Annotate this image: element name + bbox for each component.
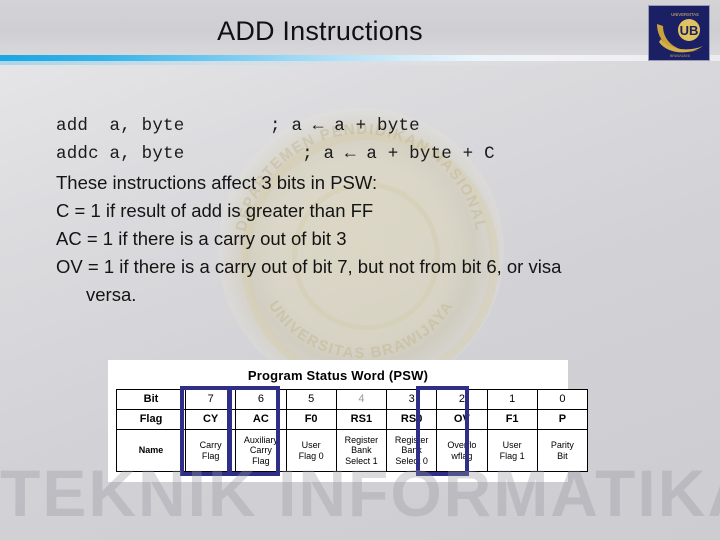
psw-cell-name-2: Overflo wflag [436,429,488,472]
slide-canvas: DEPARTEMEN PENDIDIKAN NASIONAL UNIVERSIT… [0,0,720,540]
psw-cell-name-7: Carry Flag [184,429,237,472]
psw-cell-name-4: Register Bank Select 1 [335,429,388,472]
psw-cell-name-6: Auxiliary Carry Flag [235,429,287,472]
body-line-overflow-part2: versa. [86,284,137,306]
psw-cell-name-5: User Flag 0 [285,429,337,472]
psw-cell-flag-1: F1 [486,409,538,430]
psw-cell-bit-0: 0 [536,389,589,410]
code-line-add: add a, byte ; a ← a + byte [56,116,420,136]
psw-row-label-name: Name [116,429,186,472]
svg-text:BRAWIJAYA: BRAWIJAYA [670,54,691,58]
psw-row-label-bit: Bit [116,389,186,410]
psw-cell-name-3: Register Bank Select 0 [385,429,438,472]
psw-cell-flag-5: F0 [285,409,337,430]
psw-panel: Program Status Word (PSW) Bit 7 6 5 4 3 2 1 0 Fl… [108,360,589,482]
psw-row-label-flag: Flag [116,409,186,430]
psw-table-wrap: Bit 7 6 5 4 3 2 1 0 Flag CY AC F0 RS1 RS0 OV F1 P Name Ca… [116,386,589,476]
psw-cell-flag-6: AC [235,409,287,430]
psw-cell-flag-7: CY [184,409,237,430]
body-line-overflow-part1: OV = 1 if there is a carry out of bit 7,… [56,256,562,278]
psw-title: Program Status Word (PSW) [247,368,429,383]
svg-text:UB: UB [680,23,699,38]
code-line-addc: addc a, byte ; a ← a + byte + C [56,144,495,165]
psw-cell-bit-2: 2 [436,389,488,410]
psw-cell-flag-3: RS0 [385,409,438,430]
psw-cell-flag-0: P [536,409,589,430]
psw-cell-flag-4: RS1 [335,409,388,430]
table-row-name: Name Carry Flag Auxiliary Carry Flag User Flag … [116,429,589,472]
body-line-carry-ac: AC = 1 if there is a carry out of bit 3 [56,227,347,249]
psw-cell-flag-2: OV [436,409,488,430]
psw-cell-bit-6: 6 [235,389,287,410]
svg-text:UNIVERSITAS: UNIVERSITAS [671,12,699,17]
accent-bar-glow [0,61,720,65]
body-line-psw-bits: These instructions affect 3 bits in PSW: [56,171,378,193]
psw-cell-bit-4: 4 [335,389,388,410]
table-row-bit: Bit 7 6 5 4 3 2 1 0 [116,389,589,410]
psw-cell-bit-7: 7 [184,389,237,410]
ub-logo: UB UNIVERSITAS BRAWIJAYA [648,5,710,61]
psw-cell-bit-1: 1 [486,389,538,410]
table-row-flag: Flag CY AC F0 RS1 RS0 OV F1 P [116,409,589,430]
slide-content: add a, byte ; a ← a + byte addc a, byte … [56,112,666,309]
body-line-carry-c: C = 1 if result of add is greater than F… [56,199,374,221]
psw-table: Bit 7 6 5 4 3 2 1 0 Flag CY AC F0 RS1 RS0 OV F1 P Name Ca… [116,389,589,472]
ub-logo-graphic: UB UNIVERSITAS BRAWIJAYA [649,6,709,60]
psw-cell-name-1: User Flag 1 [486,429,538,472]
body-line-overflow-ov: OV = 1 if there is a carry out of bit 7,… [56,253,666,309]
psw-cell-bit-5: 5 [285,389,337,410]
psw-cell-name-0: Parity Bit [536,429,589,472]
psw-cell-bit-3: 3 [385,389,438,410]
page-title: ADD Instructions [217,16,423,46]
